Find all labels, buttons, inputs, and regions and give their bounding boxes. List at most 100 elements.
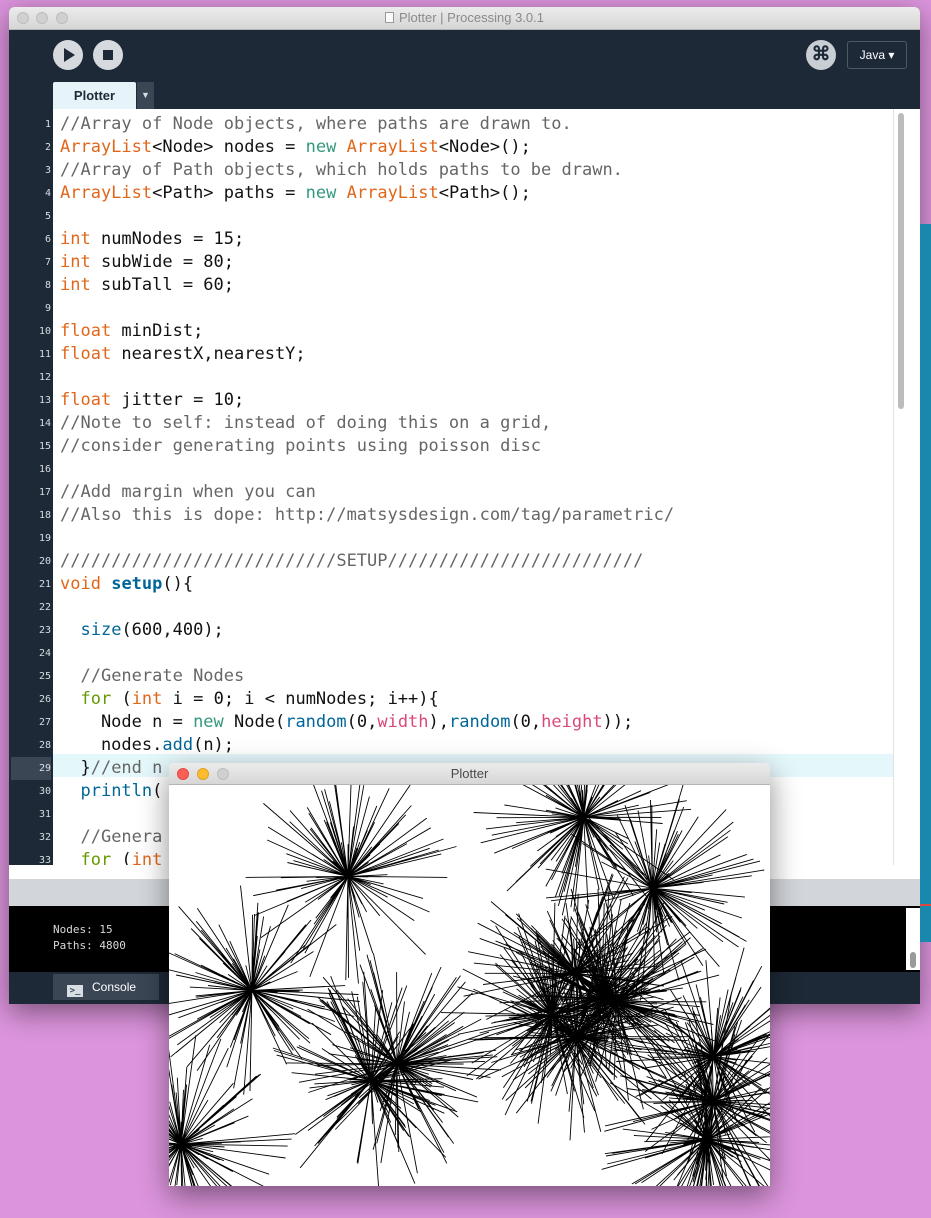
sketch-canvas[interactable]	[169, 763, 770, 1186]
code-line[interactable]: float nearestX,nearestY;	[60, 343, 306, 366]
line-number: 5	[44, 211, 51, 222]
line-number: 23	[38, 625, 51, 636]
line-number: 13	[38, 395, 51, 406]
code-editor[interactable]: 1 2 3 4 5 6 7 8 9 10 11 12 13 14 15 16 17 18 19 20 21 22 23 24 2…	[9, 109, 920, 865]
sketch-zoom-button[interactable]	[217, 768, 229, 780]
line-number: 15	[38, 441, 51, 452]
code-line[interactable]: //Array of Node objects, where paths are…	[60, 113, 572, 136]
background-window-edge	[920, 224, 931, 942]
sketch-titlebar[interactable]: Plotter	[169, 763, 770, 785]
close-window-button[interactable]	[17, 12, 29, 24]
line-number: 1	[44, 119, 51, 130]
sketch-minimize-button[interactable]	[197, 768, 209, 780]
code-line[interactable]: //Also this is dope: http://matsysdesign…	[60, 504, 674, 527]
line-number: 14	[38, 418, 51, 429]
code-line[interactable]: //Generate Nodes	[60, 665, 244, 688]
node-burst	[245, 765, 457, 984]
minimize-window-button[interactable]	[36, 12, 48, 24]
node-paths	[245, 765, 457, 984]
code-line[interactable]: nodes.add(n);	[60, 734, 234, 757]
line-number: 17	[38, 487, 51, 498]
code-line[interactable]: //Note to self: instead of doing this on…	[60, 412, 551, 435]
line-number: 12	[38, 372, 51, 383]
stop-button[interactable]	[93, 40, 123, 70]
code-line[interactable]: int subWide = 80;	[60, 251, 234, 274]
code-line[interactable]: float jitter = 10;	[60, 389, 244, 412]
code-line[interactable]: float minDist;	[60, 320, 203, 343]
code-line[interactable]: ///////////////////////////SETUP////////…	[60, 550, 643, 573]
code-line[interactable]: //Genera	[60, 826, 162, 849]
tab-menu-button[interactable]: ▼	[137, 82, 154, 109]
editor-scroll-thumb[interactable]	[898, 113, 904, 409]
line-number: 32	[38, 832, 51, 843]
code-line[interactable]: for (int	[60, 849, 162, 865]
toolbar: ⌘ Java ▾	[9, 30, 920, 82]
node-paths	[169, 1035, 296, 1186]
line-number: 26	[38, 694, 51, 705]
code-line[interactable]: Node n = new Node(random(0,width),random…	[60, 711, 633, 734]
line-number: 18	[38, 510, 51, 521]
code-line[interactable]: void setup(){	[60, 573, 193, 596]
line-number: 25	[38, 671, 51, 682]
line-number: 8	[44, 280, 51, 291]
code-line[interactable]: int numNodes = 15;	[60, 228, 244, 251]
line-number: 28	[38, 740, 51, 751]
console-tab-label: Console	[92, 980, 137, 994]
code-line[interactable]: //Array of Path objects, which holds pat…	[60, 159, 623, 182]
code-line[interactable]: //Add margin when you can	[60, 481, 316, 504]
line-number: 3	[44, 165, 51, 176]
node-paths	[285, 953, 501, 1174]
line-number: 21	[38, 579, 51, 590]
line-number: 4	[44, 188, 51, 199]
console-scrollbar[interactable]	[906, 908, 920, 970]
line-number: 16	[38, 464, 51, 475]
debug-icon: ⌘	[811, 44, 831, 65]
debugger-toggle-button[interactable]: ⌘	[806, 40, 836, 70]
window-title: Plotter | Processing 3.0.1	[398, 10, 544, 25]
sketch-tabs: Plotter ▼	[9, 82, 920, 109]
terminal-icon: >_	[67, 985, 83, 997]
line-number: 24	[38, 648, 51, 659]
code-line[interactable]: int subTall = 60;	[60, 274, 234, 297]
line-number: 9	[44, 303, 51, 314]
console-line-paths: Paths: 4800	[53, 939, 126, 952]
console-tab[interactable]: >_ Console	[53, 974, 159, 1000]
sketch-title: Plotter	[450, 766, 489, 781]
code-line[interactable]: //consider generating points using poiss…	[60, 435, 541, 458]
code-line[interactable]: ArrayList<Path> paths = new ArrayList<Pa…	[60, 182, 531, 205]
line-number: 30	[38, 786, 51, 797]
line-number: 33	[38, 855, 51, 865]
tab-plotter[interactable]: Plotter	[53, 82, 136, 109]
zoom-window-button[interactable]	[56, 12, 68, 24]
code-line[interactable]: size(600,400);	[60, 619, 223, 642]
mode-selector[interactable]: Java ▾	[847, 41, 907, 69]
line-number: 20	[38, 556, 51, 567]
line-number: 27	[38, 717, 51, 728]
node-burst	[285, 953, 501, 1174]
code-line[interactable]: println(	[60, 780, 162, 803]
line-number: 10	[38, 326, 51, 337]
plot-drawing	[169, 763, 770, 1186]
ide-titlebar[interactable]: Plotter | Processing 3.0.1	[9, 7, 920, 30]
line-number: 22	[38, 602, 51, 613]
line-number: 6	[44, 234, 51, 245]
code-line[interactable]: for (int i = 0; i < numNodes; i++){	[60, 688, 438, 711]
node-paths	[491, 885, 707, 1087]
sketch-close-button[interactable]	[177, 768, 189, 780]
console-scroll-thumb[interactable]	[910, 952, 916, 968]
document-icon	[384, 12, 394, 23]
node-burst	[491, 885, 707, 1087]
console-line-nodes: Nodes: 15	[53, 923, 113, 936]
background-window-accent	[920, 904, 931, 906]
node-burst	[169, 1035, 296, 1186]
sketch-window: Plotter	[169, 763, 770, 1186]
line-number: 2	[44, 142, 51, 153]
code-line[interactable]: }//end n	[60, 757, 162, 780]
line-number: 31	[38, 809, 51, 820]
line-number: 19	[38, 533, 51, 544]
code-line[interactable]: ArrayList<Node> nodes = new ArrayList<No…	[60, 136, 531, 159]
run-button[interactable]	[53, 40, 83, 70]
line-number: 29	[11, 757, 51, 780]
editor-scrollbar[interactable]	[893, 109, 908, 865]
line-number: 11	[38, 349, 51, 360]
